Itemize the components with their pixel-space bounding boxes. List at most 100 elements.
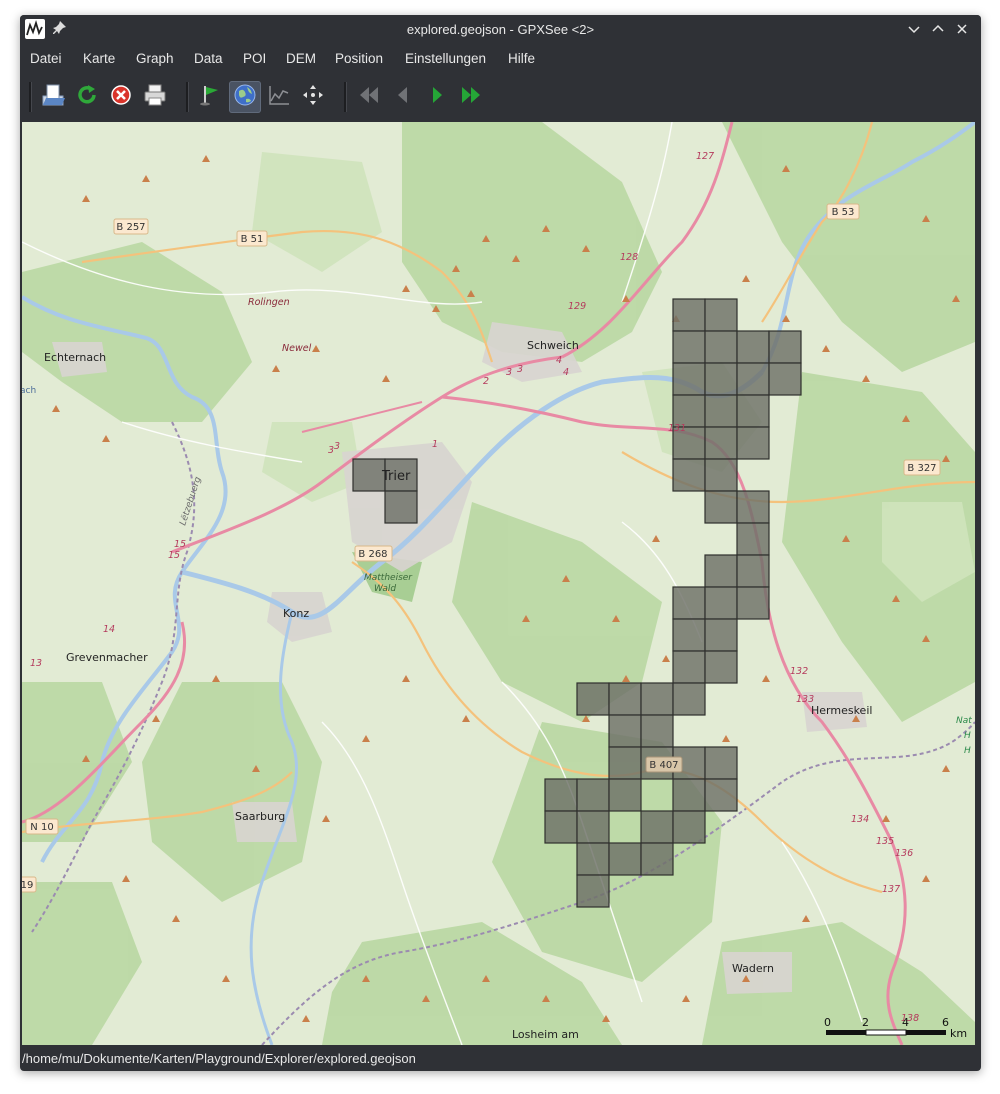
- menu-graph[interactable]: Graph: [136, 51, 174, 66]
- toolbar-separator: [344, 82, 347, 112]
- road-label-b327: B 327: [903, 459, 941, 476]
- reload-icon: [75, 83, 99, 112]
- app-window: explored.geojson - GPXSee <2> Datei Kart…: [20, 15, 981, 1071]
- svg-text:15: 15: [174, 539, 186, 550]
- menu-bar: Datei Karte Graph Data POI DEM Position …: [20, 45, 981, 73]
- print-button[interactable]: [139, 81, 171, 113]
- menu-karte[interactable]: Karte: [83, 51, 115, 66]
- svg-text:132: 132: [790, 666, 808, 677]
- first-icon: [357, 83, 381, 112]
- show-map-button[interactable]: [229, 81, 261, 113]
- status-bar: /home/mu/Dokumente/Karten/Playground/Exp…: [20, 1049, 981, 1069]
- next-icon: [425, 83, 449, 112]
- svg-text:3: 3: [517, 364, 523, 375]
- show-graphs-button[interactable]: [263, 81, 295, 113]
- place-grevenmacher: Grevenmacher: [66, 651, 148, 664]
- place-schweich: Schweich: [527, 339, 579, 352]
- title-bar: explored.geojson - GPXSee <2>: [20, 15, 981, 45]
- place-saarburg: Saarburg: [235, 810, 285, 823]
- svg-text:13: 13: [30, 658, 42, 669]
- place-wald: Wald: [374, 584, 396, 594]
- place-rolingen: Rolingen: [248, 297, 290, 308]
- svg-text:B 51: B 51: [241, 234, 264, 245]
- menu-position[interactable]: Position: [335, 51, 383, 66]
- place-mattheiser: Mattheiser: [364, 573, 413, 583]
- svg-text:B 257: B 257: [116, 222, 145, 233]
- toolbar-separator: [186, 82, 189, 112]
- svg-text:4: 4: [902, 1016, 909, 1029]
- svg-text:19: 19: [22, 880, 33, 891]
- place-konz: Konz: [283, 607, 309, 620]
- svg-text:3: 3: [334, 441, 340, 452]
- svg-text:6: 6: [942, 1016, 949, 1029]
- svg-text:2: 2: [483, 376, 489, 387]
- menu-einstellungen[interactable]: Einstellungen: [405, 51, 486, 66]
- move-pan-icon: [301, 83, 325, 112]
- road-label-b257: B 257: [113, 218, 149, 235]
- close-file-button[interactable]: [105, 81, 137, 113]
- menu-data[interactable]: Data: [194, 51, 223, 66]
- place-ach: ach: [22, 386, 36, 396]
- nature-label-3: H: [964, 746, 971, 756]
- close-file-icon: [109, 83, 133, 112]
- svg-text:14: 14: [103, 624, 115, 635]
- map-canvas[interactable]: B 257 B 51 B 53 B 327 B 268 B 407 N 10 1…: [22, 122, 975, 1045]
- svg-text:128: 128: [620, 252, 638, 263]
- previous-icon: [391, 83, 415, 112]
- reload-button[interactable]: [71, 81, 103, 113]
- road-label-b51: B 51: [236, 230, 268, 247]
- svg-text:N 10: N 10: [30, 822, 53, 833]
- place-hermeskeil: Hermeskeil: [811, 704, 872, 717]
- nature-label-2: H: [964, 731, 971, 741]
- road-label-b407: B 407: [645, 756, 683, 773]
- first-file-button[interactable]: [353, 81, 385, 113]
- svg-text:B 407: B 407: [649, 760, 678, 771]
- minimize-icon[interactable]: [906, 21, 922, 37]
- place-echternach: Echternach: [44, 351, 106, 364]
- svg-text:0: 0: [824, 1016, 831, 1029]
- previous-file-button[interactable]: [387, 81, 419, 113]
- svg-text:km: km: [950, 1027, 967, 1040]
- map-globe-icon: [233, 83, 257, 112]
- map-view[interactable]: B 257 B 51 B 53 B 327 B 268 B 407 N 10 1…: [22, 122, 975, 1045]
- waypoints-flag-icon: [199, 83, 223, 112]
- svg-text:3: 3: [506, 367, 512, 378]
- close-window-icon[interactable]: [954, 21, 970, 37]
- open-icon: [40, 82, 66, 113]
- svg-text:135: 135: [876, 836, 894, 847]
- svg-text:1: 1: [432, 439, 438, 450]
- road-label-n10: N 10: [25, 818, 59, 835]
- window-title: explored.geojson - GPXSee <2>: [406, 22, 595, 37]
- svg-text:129: 129: [568, 301, 586, 312]
- svg-text:B 268: B 268: [358, 549, 387, 560]
- move-map-button[interactable]: [297, 81, 329, 113]
- status-file-path: /home/mu/Dokumente/Karten/Playground/Exp…: [22, 1051, 416, 1066]
- last-icon: [459, 83, 483, 112]
- maximize-icon[interactable]: [930, 21, 946, 37]
- show-waypoints-button[interactable]: [195, 81, 227, 113]
- svg-text:136: 136: [895, 848, 913, 859]
- last-file-button[interactable]: [455, 81, 487, 113]
- svg-text:134: 134: [851, 814, 869, 825]
- toolbar-separator: [29, 82, 32, 112]
- svg-text:15: 15: [168, 550, 180, 561]
- svg-text:131: 131: [668, 423, 686, 434]
- menu-poi[interactable]: POI: [243, 51, 266, 66]
- menu-datei[interactable]: Datei: [30, 51, 62, 66]
- open-file-button[interactable]: [37, 81, 69, 113]
- svg-text:137: 137: [882, 884, 900, 895]
- road-label-b268: B 268: [354, 545, 393, 562]
- svg-text:2: 2: [862, 1016, 869, 1029]
- menu-dem[interactable]: DEM: [286, 51, 316, 66]
- place-wadern: Wadern: [732, 962, 774, 975]
- svg-text:3: 3: [328, 445, 334, 456]
- next-file-button[interactable]: [421, 81, 453, 113]
- road-label-b53: B 53: [826, 203, 860, 220]
- menu-hilfe[interactable]: Hilfe: [508, 51, 535, 66]
- place-trier: Trier: [381, 469, 411, 484]
- road-label-19: 19: [22, 876, 37, 893]
- svg-text:4: 4: [556, 355, 562, 366]
- place-newel: Newel: [282, 343, 312, 354]
- svg-text:B 327: B 327: [907, 463, 936, 474]
- svg-text:127: 127: [696, 151, 714, 162]
